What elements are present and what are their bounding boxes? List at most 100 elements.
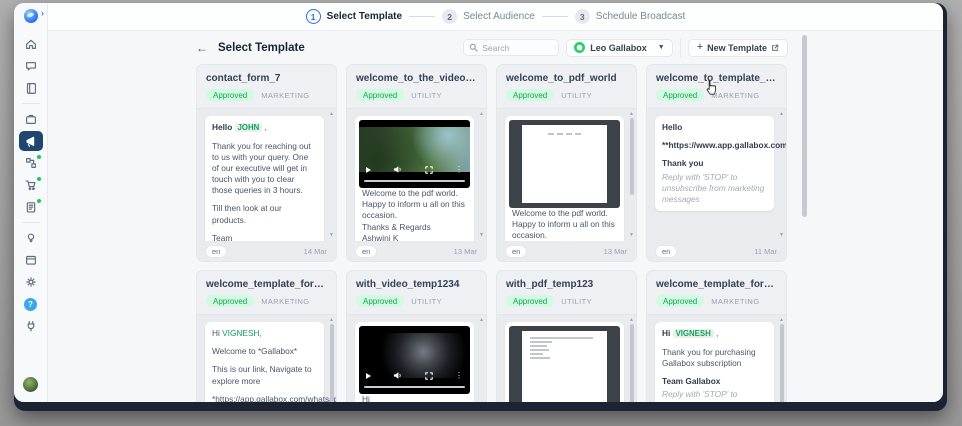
preview-scrollbar[interactable] [780, 324, 784, 402]
template-preview: ▲ ▼ Welcome to the pdf world. Happy to inf… [497, 108, 636, 241]
scroll-up-icon[interactable]: ▲ [329, 318, 334, 323]
sidebar-expand-icon[interactable]: › [41, 8, 44, 18]
template-card[interactable]: welcome_to_template_newApprovedMARKETING… [646, 64, 787, 262]
message-paragraph: Welcome to the pdf world. Happy to infor… [509, 208, 620, 241]
pdf-page [522, 331, 607, 402]
step-number: 1 [306, 9, 321, 24]
scroll-up-icon[interactable]: ▲ [329, 112, 334, 117]
preview-scrollbar[interactable] [330, 324, 334, 402]
play-icon[interactable] [366, 373, 371, 379]
fullscreen-icon[interactable] [425, 166, 433, 174]
template-card[interactable]: welcome_to_the_video_worldApprovedUTILIT… [346, 64, 487, 262]
status-badge: Approved [206, 295, 254, 307]
message-paragraph: Welcome to the pdf world. Happy to infor… [359, 188, 470, 222]
chats-icon [24, 59, 38, 73]
preview-scrollbar[interactable] [630, 118, 634, 195]
scroll-up-icon[interactable]: ▲ [629, 112, 634, 117]
page-scrollbar[interactable] [802, 35, 807, 217]
message-paragraph: Team [212, 233, 317, 241]
category-label: UTILITY [561, 297, 592, 306]
status-badge: Approved [656, 295, 704, 307]
scroll-down-icon[interactable]: ▼ [629, 233, 634, 238]
user-avatar[interactable] [23, 377, 38, 392]
scroll-up-icon[interactable]: ▲ [479, 112, 484, 117]
scroll-down-icon[interactable]: ▼ [779, 233, 784, 238]
sidebar-item-campaigns[interactable] [19, 109, 43, 129]
template-card[interactable]: contact_form_7ApprovedMARKETING▲▼Hello J… [196, 64, 337, 262]
sidebar-item-help[interactable]: ? [19, 294, 43, 314]
volume-icon[interactable] [393, 165, 402, 174]
template-date: 13 Mar [604, 247, 627, 256]
home-icon [24, 37, 38, 51]
content-area: ← Select Template Leo Gallabox ▼ [48, 31, 943, 402]
template-card[interactable]: with_video_temp1234ApprovedUTILITY▲▼⋮Hiw… [346, 270, 487, 402]
volume-icon[interactable] [393, 371, 402, 380]
sidebar-item-commerce[interactable] [19, 175, 43, 195]
commerce-icon [24, 178, 38, 192]
scroll-up-icon[interactable]: ▲ [779, 112, 784, 117]
body-text: Thank you for reaching out to us with yo… [212, 141, 311, 196]
scroll-down-icon[interactable]: ▼ [329, 233, 334, 238]
message-paragraph: *https://app.gallabox.com/whatsapp-templ… [212, 394, 317, 402]
preview-scrollbar[interactable] [630, 324, 634, 402]
category-label: UTILITY [411, 297, 442, 306]
template-variable: VIGNESH [673, 329, 714, 338]
body-text: This is our link, Navigate to explore mo… [212, 364, 312, 385]
template-name: welcome_template_for_subscri... [656, 279, 777, 290]
sidebar-item-broadcast[interactable] [19, 131, 43, 151]
card-footer: en13 Mar [497, 241, 636, 261]
template-card[interactable]: with_pdf_temp123ApprovedUTILITY▲▼ [496, 270, 637, 402]
step-select-template[interactable]: 1 Select Template [306, 9, 402, 24]
language-badge: en [656, 246, 676, 257]
sidebar-item-integrations[interactable] [19, 316, 43, 336]
sidebar-item-contacts[interactable] [19, 78, 43, 98]
template-card[interactable]: welcome_to_pdf_worldApprovedUTILITY▲▼Wel… [496, 64, 637, 262]
body-text: Thank you [662, 158, 704, 168]
pdf-page [522, 125, 607, 203]
message-paragraph: Thank you for reaching out to us with yo… [212, 141, 317, 197]
message-paragraph: **https://www.app.gallabox.com/** [662, 140, 767, 151]
video-progress-bar[interactable] [364, 386, 465, 389]
fullscreen-icon[interactable] [425, 372, 433, 380]
scroll-up-icon[interactable]: ▲ [629, 318, 634, 323]
sidebar-item-flows[interactable] [19, 153, 43, 173]
template-name: welcome_to_template_new [656, 73, 777, 84]
sidebar-item-home[interactable] [19, 34, 43, 54]
step-number: 3 [575, 9, 590, 24]
body-text: Hello [662, 122, 682, 132]
sidebar-item-logs[interactable] [19, 197, 43, 217]
sidebar-item-insights[interactable] [19, 228, 43, 248]
step-select-audience[interactable]: 2 Select Audience [442, 9, 535, 24]
card-footer: en11 Mar [647, 241, 786, 261]
sidebar-divider [22, 103, 40, 104]
kebab-menu-icon[interactable]: ⋮ [455, 372, 463, 380]
step-label: Select Template [327, 11, 402, 22]
scroll-up-icon[interactable]: ▲ [479, 318, 484, 323]
sidebar-item-chats[interactable] [19, 56, 43, 76]
body-text: Hello [212, 122, 235, 132]
back-button[interactable]: ← [196, 41, 208, 55]
step-schedule-broadcast[interactable]: 3 Schedule Broadcast [575, 9, 686, 24]
template-preview: ▲ ▼ Hello JOHN , Thank you for reaching out… [197, 108, 336, 241]
template-name: with_pdf_temp123 [506, 279, 627, 290]
template-preview: ▲ ▼ Hello **https://www.app.gallabox.com/**… [647, 108, 786, 241]
play-icon[interactable] [366, 167, 371, 173]
step-label: Schedule Broadcast [596, 11, 686, 22]
template-card[interactable]: welcome_template_for_testingApprovedMARK… [196, 270, 337, 402]
sidebar-item-payments[interactable] [19, 250, 43, 270]
body-text: Reply with 'STOP' to unsubscribe from ma… [662, 172, 764, 204]
body-text: **https://www.app.gallabox.com/** [662, 140, 786, 150]
search-input[interactable] [463, 39, 559, 56]
video-progress-bar[interactable] [364, 180, 465, 183]
message-paragraph: This is our link, Navigate to explore mo… [212, 364, 317, 386]
search-field[interactable] [482, 43, 552, 53]
kebab-menu-icon[interactable]: ⋮ [455, 166, 463, 174]
new-template-button[interactable]: + New Template [688, 39, 788, 57]
message-paragraph: Hi [359, 394, 470, 402]
channel-select[interactable]: Leo Gallabox ▼ [566, 39, 672, 57]
sidebar-item-settings[interactable] [19, 272, 43, 292]
template-card[interactable]: welcome_template_for_subscri...ApprovedM… [646, 270, 787, 402]
scroll-down-icon[interactable]: ▼ [479, 233, 484, 238]
scroll-up-icon[interactable]: ▲ [779, 318, 784, 323]
message-paragraph: Hello JOHN , [212, 122, 317, 134]
